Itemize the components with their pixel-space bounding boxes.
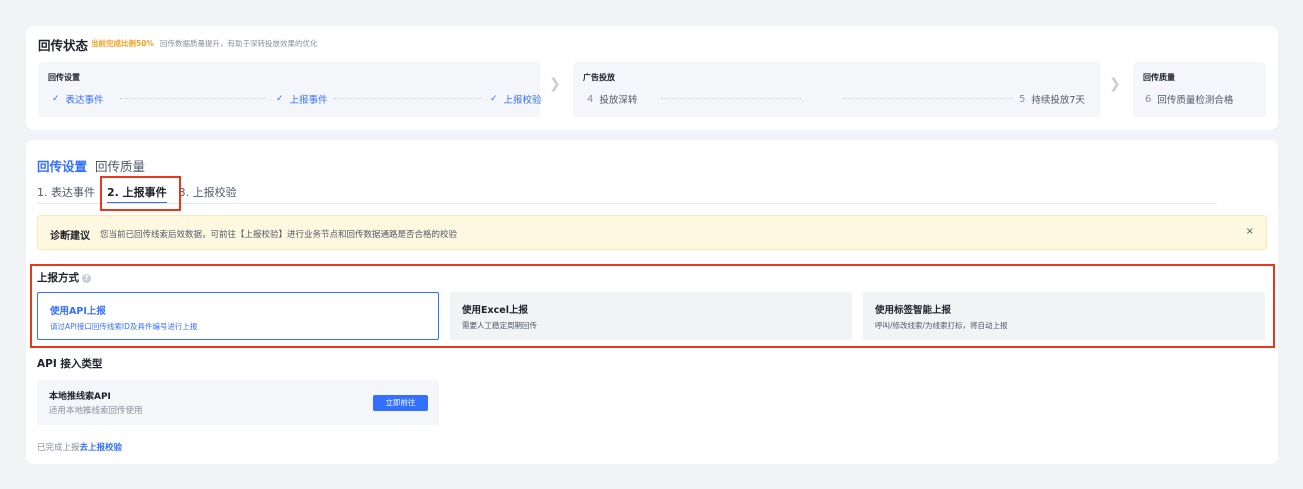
check-icon: ✓	[490, 94, 498, 104]
section-tabs: 回传设置 回传质量	[37, 156, 145, 175]
check-icon: ✓	[276, 94, 284, 104]
tab-callback-settings[interactable]: 回传设置	[37, 156, 87, 175]
stage-title: 回传设置	[48, 73, 80, 82]
method-api[interactable]: 使用API上报 请过API接口回传线索ID及具件编号进行上报	[37, 292, 439, 340]
step-label: 持续投放7天	[1031, 95, 1085, 106]
method-title: 使用Excel上报	[462, 305, 528, 316]
subtab-express-event[interactable]: 1. 表达事件	[37, 184, 95, 204]
step-connector	[661, 98, 801, 99]
go-verify-link[interactable]: 去上报校验	[80, 443, 123, 453]
method-title: 使用API上报	[50, 306, 106, 317]
step-number: 5	[1019, 93, 1026, 105]
step-continuous-delivery[interactable]: 5 持续投放7天	[1019, 92, 1085, 107]
diagnosis-banner: 诊断建议 您当前已回传线索后效数据，可前往【上报校验】进行业务节点和回传数据通路…	[37, 215, 1267, 250]
stage-callback-quality: 回传质量 6 回传质量检测合格	[1133, 62, 1266, 117]
tab-divider	[37, 203, 1217, 204]
step-number: 6	[1145, 93, 1152, 105]
step-label: 回传质量检测合格	[1157, 95, 1234, 106]
report-method-label: 上报方式	[37, 272, 79, 284]
footer-line: 已完成上报去上报校验	[37, 441, 122, 453]
step-report-event[interactable]: ✓ 上报事件	[276, 92, 328, 106]
step-report-verify[interactable]: ✓ 上报校验	[490, 92, 542, 106]
stage-callback-settings: 回传设置 ✓ 表达事件 ✓ 上报事件 ✓ 上报校验	[38, 62, 542, 117]
api-card-title: 本地推线索API	[49, 392, 111, 402]
stage-title: 回传质量	[1143, 73, 1175, 82]
check-icon: ✓	[52, 94, 60, 104]
step-connector	[843, 98, 1013, 99]
subtab-report-verify[interactable]: 3. 上报校验	[179, 184, 237, 204]
method-excel[interactable]: 使用Excel上报 需要人工稳定周期回传	[450, 292, 852, 340]
method-smart-tag[interactable]: 使用标签智能上报 呼叫/修改线索/为线索打标，将自动上报	[863, 292, 1265, 340]
api-card-desc: 适用本地推线索回传使用	[49, 406, 143, 416]
api-type-title: API 接入类型	[37, 358, 103, 370]
method-desc: 请过API接口回传线索ID及具件编号进行上报	[50, 322, 198, 331]
status-card: 回传状态 当前完成比例50% 回传数据质量提升，有助于深转投放效果的优化 回传设…	[26, 26, 1278, 130]
step-connector	[334, 98, 482, 99]
step-number: 4	[587, 93, 594, 105]
go-now-button[interactable]: 立即前往	[373, 395, 428, 411]
method-desc: 呼叫/修改线索/为线索打标，将自动上报	[875, 321, 1008, 330]
step-label: 投放深转	[599, 95, 638, 106]
step-express-event[interactable]: ✓ 表达事件	[52, 92, 104, 106]
status-title: 回传状态	[38, 38, 89, 53]
status-description: 回传数据质量提升，有助于深转投放效果的优化	[160, 39, 318, 48]
method-title: 使用标签智能上报	[875, 305, 952, 316]
annotation-highlight-box	[100, 176, 181, 211]
footer-prefix: 已完成上报	[37, 443, 80, 453]
method-desc: 需要人工稳定周期回传	[462, 321, 537, 330]
chevron-right-icon: ❯	[549, 76, 561, 92]
diagnosis-text: 您当前已回传线索后效数据，可前往【上报校验】进行业务节点和回传数据通路是否合格的…	[100, 230, 458, 240]
stage-ad-delivery: 广告投放 4 投放深转 5 持续投放7天	[573, 62, 1100, 117]
step-label: 上报事件	[289, 95, 328, 106]
tab-callback-quality[interactable]: 回传质量	[95, 156, 145, 175]
diagnosis-title: 诊断建议	[50, 231, 90, 242]
chevron-right-icon: ❯	[1109, 76, 1121, 92]
step-label: 表达事件	[65, 95, 104, 106]
status-progress-highlight: 当前完成比例50%	[91, 39, 154, 48]
step-quality-check[interactable]: 6 回传质量检测合格	[1145, 92, 1234, 107]
close-icon[interactable]: ×	[1246, 226, 1254, 237]
help-icon[interactable]: ?	[82, 274, 91, 283]
step-deep-conversion[interactable]: 4 投放深转	[587, 92, 638, 107]
report-method-title: 上报方式?	[37, 270, 91, 285]
stage-title: 广告投放	[583, 73, 615, 82]
api-option-card: 本地推线索API 适用本地推线索回传使用 立即前往	[37, 380, 439, 425]
main-card: 回传设置 回传质量 1. 表达事件 2. 上报事件 3. 上报校验 诊断建议 您…	[26, 140, 1278, 464]
step-connector	[120, 98, 266, 99]
step-label: 上报校验	[503, 95, 542, 106]
